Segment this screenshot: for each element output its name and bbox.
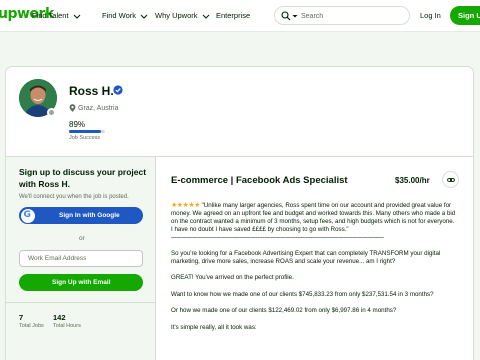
- job-success-bar: [69, 130, 105, 133]
- nav-find-talent-label: Find Talent: [32, 11, 69, 20]
- description-paragraph: It's simple really, all it took was:: [171, 323, 257, 331]
- google-signin-button[interactable]: G Sign In with Google: [19, 207, 143, 224]
- status-dot: [47, 108, 56, 117]
- search-icon: [281, 11, 291, 21]
- hourly-rate: $35.00/hr: [395, 176, 430, 185]
- divider: [6, 302, 155, 303]
- chevron-down-icon: [140, 14, 148, 19]
- nav-find-work[interactable]: Find Work: [102, 11, 149, 20]
- signup-button[interactable]: Sign Up: [450, 6, 480, 25]
- chevron-down-icon: [73, 14, 80, 19]
- job-success-value: 89%: [69, 120, 86, 129]
- description-paragraph: Or how we made one of our clients $122,4…: [171, 307, 397, 315]
- link-icon: [446, 177, 455, 182]
- job-success-label: Job Success: [69, 135, 101, 141]
- total-jobs-label: Total Jobs: [19, 323, 44, 329]
- email-signup-button[interactable]: Sign Up with Email: [19, 274, 143, 291]
- signup-panel: Sign up to discuss your project with Ros…: [6, 157, 156, 360]
- nav-enterprise-label: Enterprise: [216, 11, 251, 20]
- email-field[interactable]: [19, 250, 143, 267]
- google-signin-label: Sign In with Google: [59, 211, 120, 219]
- nav-why-upwork[interactable]: Why Upwork: [155, 11, 211, 20]
- location-text: Graz, Austria: [78, 104, 119, 112]
- job-success-bar-fill: [69, 130, 102, 133]
- description-paragraph: So you're looking for a Facebook Adverti…: [171, 250, 441, 265]
- share-button[interactable]: [442, 171, 459, 188]
- verified-badge-icon: [113, 85, 123, 95]
- location-pin-icon: [69, 104, 76, 112]
- nav-enterprise[interactable]: Enterprise: [216, 11, 250, 20]
- profile-card: Ross H. Graz, Austria 89% Job Success Si…: [5, 66, 474, 360]
- login-link[interactable]: Log In: [420, 11, 441, 20]
- total-hours-label: Total Hours: [53, 323, 81, 329]
- freelancer-name: Ross H.: [69, 84, 114, 98]
- description-paragraph: GREAT! You've arrived on the perfect pro…: [171, 274, 294, 282]
- email-signup-label: Sign Up with Email: [52, 278, 111, 286]
- job-title: E-commerce | Facebook Ads Specialist: [171, 175, 348, 186]
- top-navbar: upwork Find Talent Find Work Why Upwork …: [0, 0, 480, 32]
- total-hours-value: 142: [53, 313, 66, 322]
- chevron-down-icon: [202, 14, 209, 19]
- signup-panel-title: Sign up to discuss your project with Ros…: [19, 167, 147, 189]
- nav-find-talent[interactable]: Find Talent: [32, 11, 82, 20]
- location: Graz, Austria: [69, 104, 118, 112]
- star-rating: ★★★★★: [171, 202, 200, 209]
- separator-line: ----------------------------------------…: [171, 233, 384, 241]
- nav-find-work-label: Find Work: [102, 11, 137, 20]
- chevron-down-icon[interactable]: [291, 12, 299, 20]
- nav-why-upwork-label: Why Upwork: [155, 11, 198, 20]
- search-input[interactable]: [301, 10, 405, 22]
- or-separator: or: [79, 235, 85, 242]
- total-jobs-value: 7: [19, 313, 24, 322]
- search-bar[interactable]: [274, 6, 410, 25]
- review-quote: ★★★★★ "Unlike many larger agencies, Ross…: [171, 202, 456, 242]
- google-icon: G: [20, 208, 35, 223]
- description-paragraph: Want to know how we made one of our clie…: [171, 290, 434, 298]
- signup-panel-subtitle: We'll connect you when the job is posted…: [19, 194, 129, 200]
- review-text: "Unlike many larger agencies, Ross spent…: [171, 202, 456, 233]
- job-description: ★★★★★ "Unlike many larger agencies, Ross…: [171, 202, 456, 340]
